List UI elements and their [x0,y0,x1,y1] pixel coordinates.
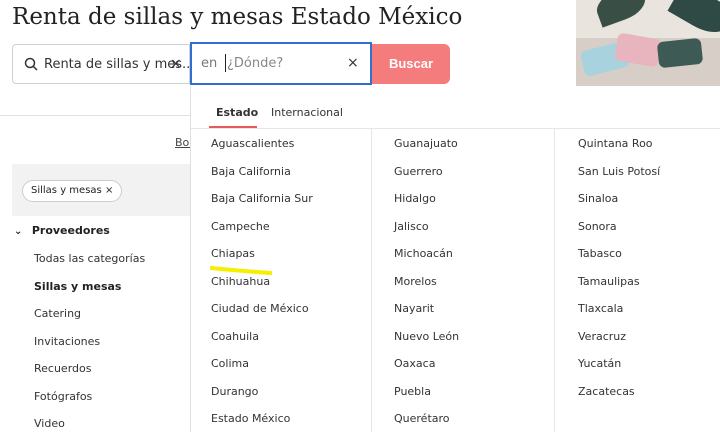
sidebar-category-item[interactable]: Recuerdos [34,362,91,375]
state-option[interactable]: Nuevo León [394,330,459,343]
state-option[interactable]: Michoacán [394,247,453,260]
text-caret [225,54,226,72]
state-option[interactable]: Nayarit [394,302,434,315]
hero-image [576,0,720,86]
sidebar-category-item[interactable]: Fotógrafos [34,390,92,403]
column-divider [554,128,555,432]
divider [0,115,190,116]
state-option[interactable]: Tamaulipas [578,275,640,288]
filter-chip-label: Sillas y mesas [31,185,102,196]
state-option[interactable]: Tlaxcala [578,302,623,315]
state-option[interactable]: Campeche [211,220,270,233]
state-option[interactable]: Guanajuato [394,137,458,150]
clear-search-icon[interactable]: × [170,56,182,72]
location-input[interactable]: en ¿Dónde? × [190,42,372,85]
sidebar-category-item[interactable]: Invitaciones [34,335,100,348]
dropdown-divider [191,128,720,129]
state-option[interactable]: Estado México [211,412,290,425]
state-option[interactable]: Puebla [394,385,431,398]
state-option[interactable]: Chihuahua [211,275,270,288]
active-filters-panel: Sillas y mesas × [12,164,190,216]
state-option[interactable]: Sinaloa [578,192,618,205]
sidebar-category-item[interactable]: Todas las categorías [34,252,145,265]
sidebar-category-item[interactable]: Video [34,417,65,430]
search-icon [24,57,38,71]
tab-internacional[interactable]: Internacional [271,106,343,119]
state-option[interactable]: Hidalgo [394,192,436,205]
tab-estado[interactable]: Estado [216,106,258,119]
category-section-title: Proveedores [31,224,110,237]
state-option[interactable]: Yucatán [578,357,621,370]
state-option[interactable]: Durango [211,385,258,398]
state-option[interactable]: San Luis Potosí [578,165,660,178]
state-option[interactable]: Chiapas [211,247,255,260]
state-option[interactable]: Colima [211,357,249,370]
state-option[interactable]: Morelos [394,275,437,288]
state-option[interactable]: Tabasco [578,247,622,260]
state-option[interactable]: Sonora [578,220,617,233]
state-option[interactable]: Guerrero [394,165,443,178]
location-dropdown: Estado Internacional Aguascalientes Baja … [190,86,720,432]
search-button[interactable]: Buscar [372,44,450,84]
page-title: Renta de sillas y mesas Estado México [12,4,463,30]
state-option[interactable]: Ciudad de México [211,302,309,315]
sidebar-category-item[interactable]: Sillas y mesas [34,280,121,293]
state-option[interactable]: Jalisco [394,220,429,233]
state-option[interactable]: Coahuila [211,330,259,343]
state-option[interactable]: Veracruz [578,330,626,343]
state-option[interactable]: Baja California [211,165,291,178]
chip-close-icon[interactable]: × [105,185,113,196]
state-option[interactable]: Querétaro [394,412,450,425]
state-option[interactable]: Baja California Sur [211,192,313,205]
location-placeholder: ¿Dónde? [227,56,284,71]
column-divider [371,128,372,432]
search-input[interactable]: Renta de sillas y mes... × [12,44,194,84]
clear-location-icon[interactable]: × [347,55,359,71]
chevron-down-icon: ⌄ [14,226,23,237]
highlight-mark [210,266,272,275]
state-option[interactable]: Zacatecas [578,385,635,398]
filter-chip[interactable]: Sillas y mesas × [22,180,123,202]
sidebar-category-item[interactable]: Catering [34,307,81,320]
state-option[interactable]: Quintana Roo [578,137,653,150]
location-prefix: en [201,56,218,71]
category-section-header[interactable]: ⌄ Proveedores [14,224,110,237]
state-option[interactable]: Oaxaca [394,357,435,370]
state-option[interactable]: Aguascalientes [211,137,294,150]
